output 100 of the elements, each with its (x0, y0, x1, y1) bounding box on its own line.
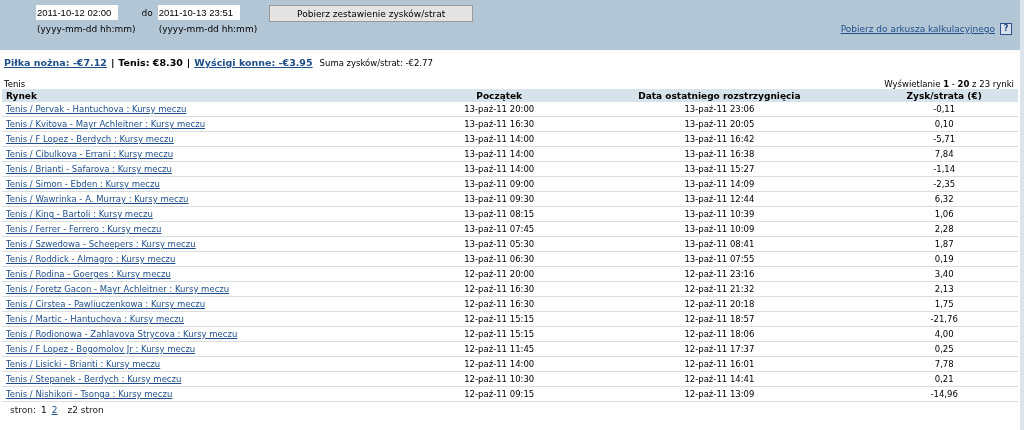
table-cell: 12-paź-11 10:30 (464, 374, 535, 384)
table-cell: 1,87 (934, 239, 954, 249)
market-link[interactable]: Tenis / Cirstea - Pawliuczenkowa : Kursy meczu (6, 299, 206, 309)
table-cell: 12-paź-11 20:18 (684, 299, 755, 309)
table-cell: 13-paź-11 10:39 (684, 209, 755, 219)
column-header: Data ostatniego rozstrzygnięcia (568, 89, 871, 102)
market-link[interactable]: Tenis / Cibulkova - Errani : Kursy meczu (6, 149, 174, 159)
table-cell: 13-paź-11 20:00 (464, 104, 535, 114)
table-cell: 12-paź-11 11:45 (464, 344, 535, 354)
export-link[interactable]: Pobierz do arkusza kalkulacyjnego (840, 24, 995, 34)
column-header: Początek (430, 89, 569, 102)
market-link[interactable]: Tenis / King - Bartoli : Kursy meczu (6, 209, 153, 219)
table-cell: 4,00 (934, 329, 954, 339)
date-format-hint: (yyyy-mm-dd hh:mm) (36, 24, 136, 34)
market-link[interactable]: Tenis / Stepanek - Berdych : Kursy meczu (6, 374, 182, 384)
market-link[interactable]: Tenis / Kvitova - Mayr Achleitner : Kursy meczu (6, 119, 205, 129)
table-cell: 13-paź-11 14:00 (464, 149, 535, 159)
market-link[interactable]: Tenis / Brianti - Safarova : Kursy meczu (6, 164, 172, 174)
table-cell: 1,75 (934, 299, 954, 309)
market-link[interactable]: Tenis / Nishikori - Tsonga : Kursy meczu (6, 389, 173, 399)
table-cell: 12-paź-11 17:37 (684, 344, 755, 354)
market-link[interactable]: Tenis / Rodina - Goerges : Kursy meczu (6, 269, 171, 279)
table-cell: 12-paź-11 16:30 (464, 299, 535, 309)
table-cell: 13-paź-11 14:00 (464, 164, 535, 174)
table-cell: 2,13 (934, 284, 954, 294)
market-link[interactable]: Tenis / F Lopez - Bogomolov Jr : Kursy meczu (6, 344, 196, 354)
table-cell: 3,40 (934, 269, 954, 279)
table-cell: 0,10 (934, 119, 954, 129)
market-link[interactable]: Tenis / F Lopez - Berdych : Kursy meczu (6, 134, 174, 144)
market-link[interactable]: Tenis / Roddick - Almagro : Kursy meczu (6, 254, 176, 264)
current-category: Tenis: €8.30 (118, 57, 183, 68)
category-link[interactable]: Wyścigi konne: -€3.95 (194, 57, 313, 68)
column-header: Rynek (2, 89, 430, 102)
table-cell: -5,71 (933, 134, 956, 144)
table-cell: 13-paź-11 06:30 (464, 254, 535, 264)
table-cell: 12-paź-11 18:57 (684, 314, 755, 324)
table-cell: 13-paź-11 14:00 (464, 134, 535, 144)
table-cell: 12-paź-11 14:41 (684, 374, 755, 384)
market-link[interactable]: Tenis / Foretz Gacon - Mayr Achleitner : Kursy meczu (6, 284, 230, 294)
table-cell: 13-paź-11 23:06 (684, 104, 755, 114)
table-cell: 12-paź-11 15:15 (464, 329, 535, 339)
market-link[interactable]: Tenis / Martic - Hantuchova : Kursy meczu (6, 314, 184, 324)
page-count: z2 stron (67, 405, 104, 415)
column-header: Zysk/strata (€) (870, 89, 1018, 102)
table-cell: 13-paź-11 09:00 (464, 179, 535, 189)
table-cell: -1,14 (933, 164, 956, 174)
table-cell: -0,11 (933, 104, 956, 114)
help-button[interactable]: ? (1000, 23, 1012, 35)
table-cell: 1,06 (934, 209, 954, 219)
table-cell: 12-paź-11 16:01 (684, 359, 755, 369)
table-cell: 13-paź-11 10:09 (684, 224, 755, 234)
table-cell: 12-paź-11 20:00 (464, 269, 535, 279)
table-cell: 13-paź-11 14:09 (684, 179, 755, 189)
market-link[interactable]: Tenis / Ferrer - Ferrero : Kursy meczu (6, 224, 162, 234)
table-cell: 12-paź-11 23:16 (684, 269, 755, 279)
table-cell: 0,25 (934, 344, 954, 354)
table-cell: 12-paź-11 14:00 (464, 359, 535, 369)
start-date-field[interactable]: 2011-10-12 02:00 (36, 5, 118, 20)
market-link[interactable]: Tenis / Rodionowa - Zahlavova Strycova : Kursy meczu (6, 329, 238, 339)
end-date-field[interactable]: 2011-10-13 23:51 (157, 5, 240, 20)
total-text: Suma zysków/strat: -€2.77 (319, 57, 433, 68)
range-text: Wyświetlanie 1 - 20 z 23 rynki (884, 79, 1014, 89)
table-cell: -2,35 (933, 179, 956, 189)
market-link[interactable]: Tenis / Lisicki - Brianti : Kursy meczu (6, 359, 161, 369)
table-cell: 13-paź-11 16:42 (684, 134, 755, 144)
page-link[interactable]: 2 (51, 405, 58, 415)
date-format-hint: (yyyy-mm-dd hh:mm) (157, 24, 258, 34)
table-cell: 12-paź-11 15:15 (464, 314, 535, 324)
report-button[interactable]: Pobierz zestawienie zysków/strat (269, 5, 474, 22)
category-link[interactable]: Piłka nożna: -€7.12 (4, 57, 107, 68)
table-cell: 13-paź-11 09:30 (464, 194, 535, 204)
table-cell: 12-paź-11 16:30 (464, 284, 535, 294)
table-cell: -14,96 (930, 389, 958, 399)
table-cell: 12-paź-11 09:15 (464, 389, 535, 399)
current-page: 1 (40, 405, 47, 415)
table-cell: 0,21 (934, 374, 954, 384)
pager-label: stron: (10, 405, 36, 415)
market-link[interactable]: Tenis / Simon - Ebden : Kursy meczu (6, 179, 160, 189)
table-cell: 13-paź-11 20:05 (684, 119, 755, 129)
market-link[interactable]: Tenis / Pervak - Hantuchova : Kursy meczu (6, 104, 187, 114)
table-cell: 12-paź-11 13:09 (684, 389, 755, 399)
market-link[interactable]: Tenis / Szwedowa - Scheepers : Kursy meczu (6, 239, 196, 249)
table-cell: 7,78 (934, 359, 954, 369)
table-cell: 13-paź-11 07:45 (464, 224, 535, 234)
separator: | (186, 57, 191, 68)
table-cell: 13-paź-11 12:44 (684, 194, 755, 204)
table-cell: 13-paź-11 16:30 (464, 119, 535, 129)
separator: | (110, 57, 115, 68)
table-cell: 7,84 (934, 149, 954, 159)
table-cell: 13-paź-11 07:55 (684, 254, 755, 264)
table-cell: 12-paź-11 21:32 (684, 284, 755, 294)
table-cell: 6,32 (934, 194, 954, 204)
table-cell: 13-paź-11 08:15 (464, 209, 535, 219)
market-link[interactable]: Tenis / Wawrinka - A. Murray : Kursy meczu (6, 194, 189, 204)
section-title: Tenis (4, 79, 26, 89)
table-cell: 13-paź-11 15:27 (684, 164, 755, 174)
table-cell: 13-paź-11 05:30 (464, 239, 535, 249)
table-cell: 0,19 (934, 254, 954, 264)
table-cell: 13-paź-11 16:38 (684, 149, 755, 159)
table-cell: 12-paź-11 18:06 (684, 329, 755, 339)
